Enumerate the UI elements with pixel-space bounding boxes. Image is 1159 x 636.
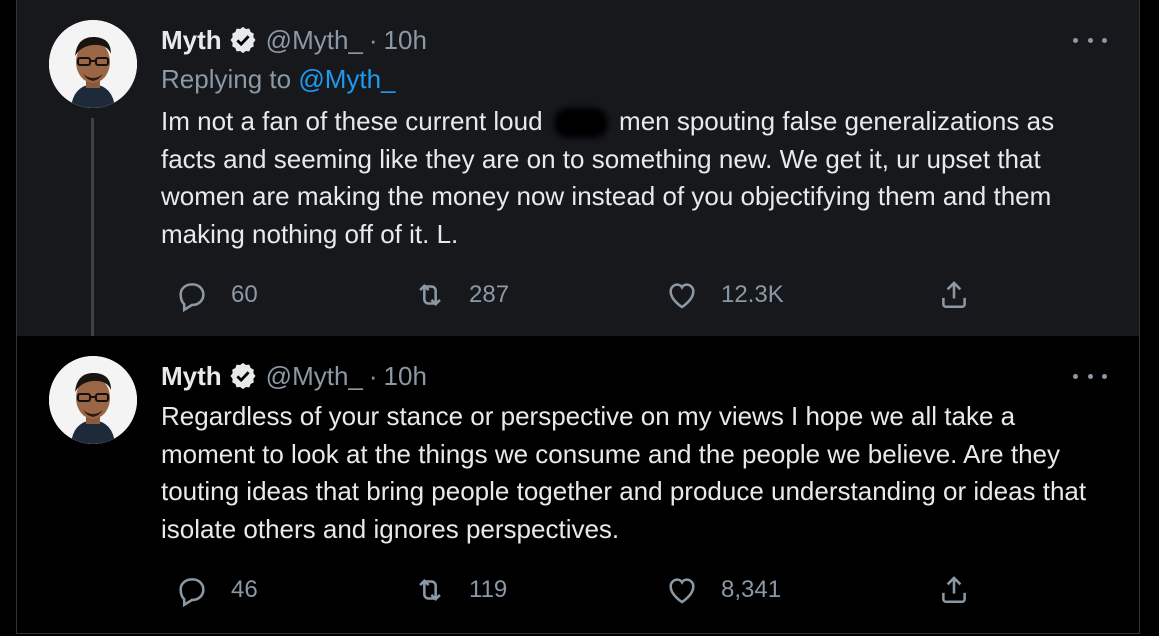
separator-dot: · — [368, 360, 378, 391]
timeline-thread: Myth @Myth_ · 10h Replying to @Myth_ Im … — [16, 0, 1140, 634]
replying-to: Replying to @Myth_ — [161, 64, 396, 95]
tweet-text: Im not a fan of these current loud men s… — [161, 103, 1111, 253]
verified-badge-icon — [230, 26, 256, 54]
tweet-actions: 60 287 12.3K — [161, 275, 981, 315]
reply-button[interactable]: 46 — [175, 570, 258, 610]
share-button[interactable] — [937, 570, 971, 610]
like-count: 12.3K — [721, 281, 784, 308]
tweet-header: Myth @Myth_ · 10h — [161, 22, 427, 58]
reply-count: 46 — [231, 576, 258, 603]
reply-icon — [179, 283, 205, 312]
thread-connector-line — [91, 118, 94, 350]
retweet-button[interactable]: 119 — [413, 570, 507, 610]
replying-to-label: Replying to — [161, 64, 292, 94]
tweet-2[interactable]: Myth @Myth_ · 10h Regardless of your sta… — [17, 336, 1139, 633]
display-name[interactable]: Myth — [161, 361, 222, 392]
avatar[interactable] — [49, 356, 137, 444]
timestamp[interactable]: 10h — [384, 361, 427, 392]
tweet-1[interactable]: Myth @Myth_ · 10h Replying to @Myth_ Im … — [17, 0, 1139, 350]
avatar[interactable] — [49, 20, 137, 108]
redaction-blur — [553, 108, 608, 139]
like-button[interactable]: 8,341 — [665, 570, 781, 610]
handle[interactable]: @Myth_ — [266, 361, 363, 392]
share-button[interactable] — [937, 275, 971, 315]
like-icon — [669, 283, 695, 309]
verified-badge-icon — [230, 362, 256, 390]
more-icon[interactable] — [1073, 366, 1107, 386]
retweet-count: 119 — [469, 576, 508, 603]
more-icon[interactable] — [1073, 30, 1107, 50]
like-count: 8,341 — [721, 576, 782, 603]
tweet-actions: 46 119 8,341 — [161, 570, 981, 610]
timestamp[interactable]: 10h — [384, 25, 427, 56]
like-button[interactable]: 12.3K — [665, 275, 784, 315]
retweet-count: 287 — [469, 281, 510, 308]
like-icon — [669, 578, 695, 604]
tweet-text-part-1: Im not a fan of these current loud — [161, 106, 543, 136]
display-name[interactable]: Myth — [161, 25, 222, 56]
replying-to-mention[interactable]: @Myth_ — [298, 64, 395, 94]
tweet-text: Regardless of your stance or perspective… — [161, 401, 1087, 544]
tweet-header: Myth @Myth_ · 10h — [161, 358, 427, 394]
handle[interactable]: @Myth_ — [266, 25, 363, 56]
reply-count: 60 — [231, 281, 258, 308]
retweet-icon — [419, 578, 441, 602]
separator-dot: · — [368, 24, 378, 55]
reply-icon — [179, 578, 205, 607]
share-icon — [942, 576, 966, 604]
reply-button[interactable]: 60 — [175, 275, 258, 315]
retweet-icon — [419, 283, 441, 307]
share-icon — [942, 281, 966, 309]
retweet-button[interactable]: 287 — [413, 275, 509, 315]
